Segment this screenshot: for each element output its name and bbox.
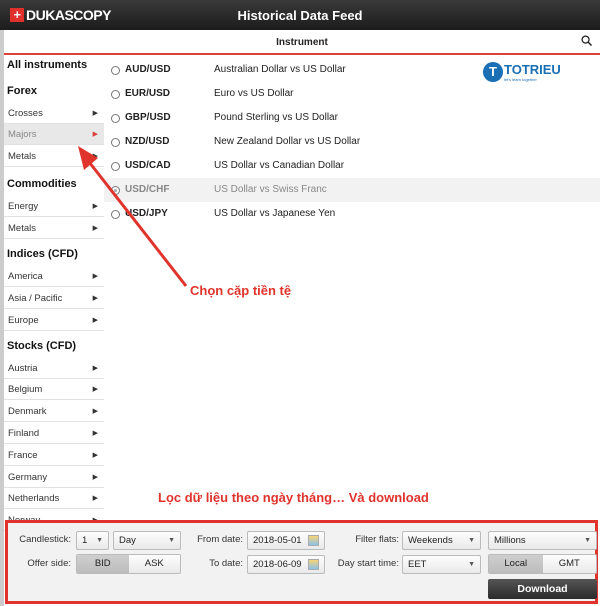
candlestick-label: Candlestick:	[19, 534, 71, 545]
local-button[interactable]: Local	[489, 555, 543, 573]
annotation-filter: Lọc dữ liệu theo ngày tháng… Và download	[158, 490, 429, 505]
from-date-input[interactable]: 2018-05-01	[247, 531, 325, 550]
day-start-label: Day start time:	[337, 558, 399, 569]
to-date-input[interactable]: 2018-06-09	[247, 555, 325, 574]
candlestick-count-select[interactable]: 1 ▼	[76, 531, 109, 550]
calendar-icon[interactable]	[308, 535, 319, 546]
to-date-label: To date:	[209, 558, 243, 569]
candlestick-period-select[interactable]: Day ▼	[113, 531, 181, 550]
bid-button[interactable]: BID	[77, 555, 129, 573]
download-button[interactable]: Download	[488, 579, 597, 599]
offer-side-toggle: BID ASK	[76, 554, 181, 574]
day-start-select[interactable]: EET ▼	[402, 555, 481, 574]
annotation-pair: Chọn cặp tiền tệ	[190, 283, 292, 298]
filter-flats-select[interactable]: Weekends ▼	[402, 531, 481, 550]
annotation-arrow	[78, 146, 188, 287]
volume-unit-select[interactable]: Millions ▼	[488, 531, 597, 550]
ask-button[interactable]: ASK	[128, 555, 180, 573]
download-panel: Candlestick: 1 ▼ Day ▼ From date: 2018-05-…	[5, 520, 598, 604]
timezone-toggle: Local GMT	[488, 554, 597, 574]
from-date-label: From date:	[197, 534, 243, 545]
filter-flats-label: Filter flats:	[355, 534, 399, 545]
gmt-button[interactable]: GMT	[542, 555, 596, 573]
offer-side-label: Offer side:	[27, 558, 71, 569]
